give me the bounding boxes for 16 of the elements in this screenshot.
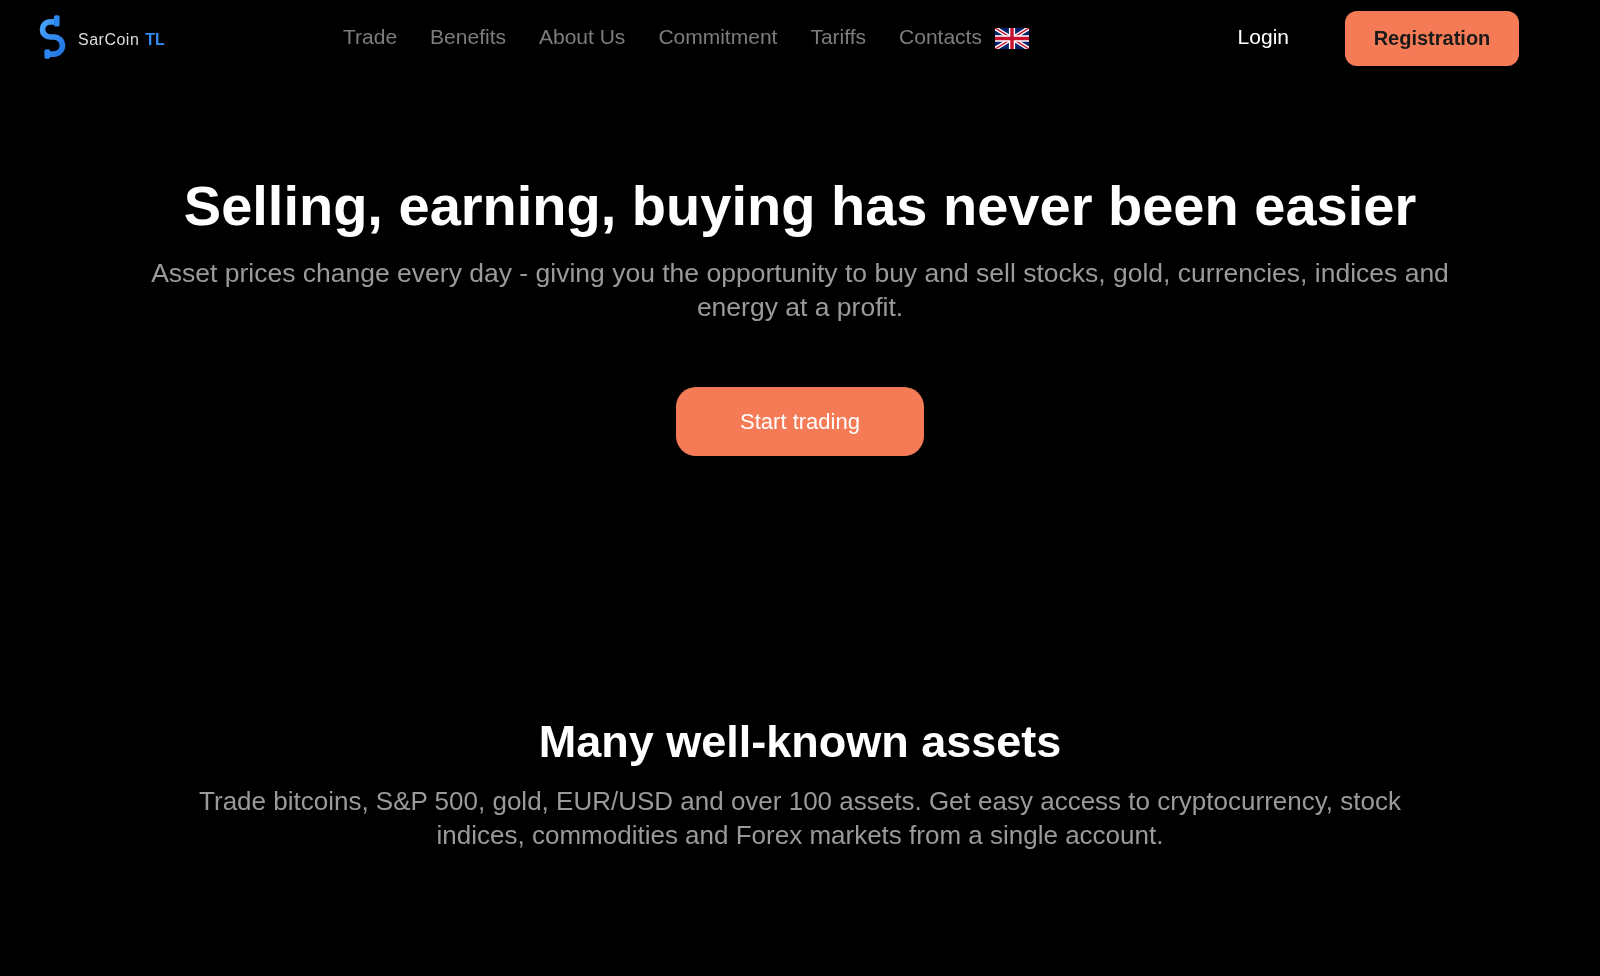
login-link[interactable]: Login (1237, 25, 1289, 49)
section-title: Many well-known assets (538, 716, 1062, 768)
registration-button[interactable]: Registration (1345, 10, 1519, 66)
hero-title: Selling, earning, buying has never been easier (183, 173, 1417, 239)
nav-link[interactable]: About Us (539, 25, 626, 49)
nav-link[interactable]: Commitment (658, 25, 778, 49)
section-text: Trade bitcoins, S&P 500, gold, EUR/USD and over 100 assets. Get easy access to cryptocurrency, stock indices, commodities and Forex markets from a single account. (198, 785, 1402, 852)
nav-link[interactable]: Contacts (899, 25, 982, 49)
nav-link[interactable]: Tariffs (810, 25, 867, 49)
brand-name[interactable]: SarCoin (78, 31, 140, 49)
start-trading-button[interactable]: Start trading (676, 387, 924, 456)
hero-subtitle: Asset prices change every day - giving you the opportunity to buy and sell stocks, gold, currencies, indices and energy at a profit. (150, 257, 1450, 324)
uk-flag-icon[interactable] (994, 28, 1029, 49)
brand-suffix[interactable]: TL (145, 31, 165, 49)
nav-link[interactable]: Trade (343, 25, 398, 49)
nav-link[interactable]: Benefits (430, 25, 506, 49)
